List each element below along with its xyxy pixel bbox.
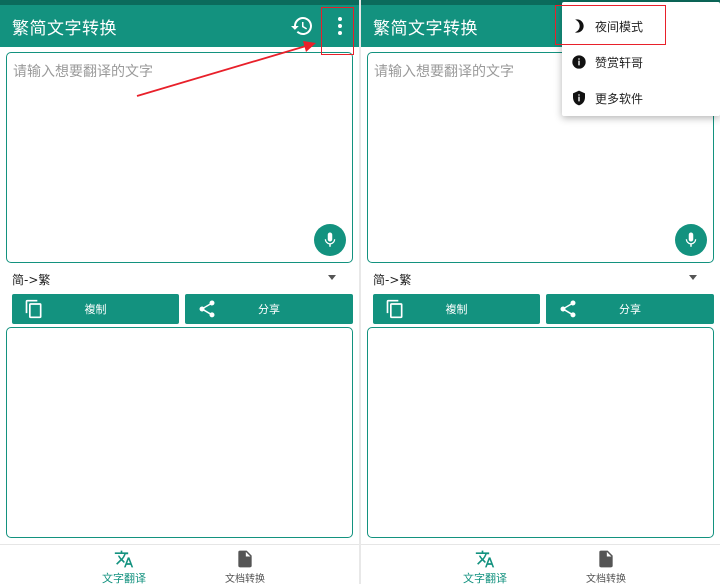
bottom-navigation: 文字翻译 文档转换 [361, 544, 720, 584]
share-button[interactable]: 分享 [546, 294, 714, 324]
conversion-direction-select[interactable]: 简->繁 [12, 271, 50, 288]
copy-button[interactable]: 複制 [12, 294, 179, 324]
screenshot-menu-open: 繁简文字转换 请输入想要翻译的文字 简->繁 複制 分享 文字翻译 文档转换 夜… [361, 0, 720, 584]
nav-label-document-convert: 文档转换 [586, 574, 626, 584]
copy-button-label: 複制 [84, 303, 107, 316]
nav-label-text-translate: 文字翻译 [102, 572, 146, 584]
nav-text-translate[interactable]: 文字翻译 [69, 549, 179, 584]
menu-label-appreciate: 赞赏轩哥 [595, 56, 644, 70]
copy-button[interactable]: 複制 [373, 294, 540, 324]
text-output-area[interactable] [367, 327, 714, 538]
shield-info-icon [573, 90, 585, 106]
text-input-area[interactable]: 请输入想要翻译的文字 [6, 52, 353, 263]
app-title: 繁简文字转换 [373, 19, 478, 39]
app-bar: 繁简文字转换 [0, 5, 359, 47]
nav-document-convert[interactable]: 文档转换 [190, 549, 300, 584]
document-icon [599, 550, 613, 568]
text-output-area[interactable] [6, 327, 353, 538]
input-placeholder: 请输入想要翻译的文字 [13, 64, 153, 80]
input-placeholder: 请输入想要翻译的文字 [374, 64, 514, 80]
voice-input-button[interactable] [314, 224, 346, 256]
share-button-label: 分享 [619, 303, 641, 316]
bottom-navigation: 文字翻译 文档转换 [0, 544, 359, 584]
nav-document-convert[interactable]: 文档转换 [551, 549, 661, 584]
dropdown-arrow-icon[interactable] [328, 275, 336, 280]
screenshot-before-menu: 繁简文字转换 请输入想要翻译的文字 简->繁 複制 分享 文字翻译 文档转换 [0, 0, 359, 584]
app-title: 繁简文字转换 [12, 19, 117, 39]
microphone-icon [685, 232, 697, 247]
menu-item-more-apps[interactable]: 更多软件 [562, 83, 720, 113]
copy-button-label: 複制 [445, 303, 468, 316]
translate-icon [475, 550, 495, 568]
nav-text-translate[interactable]: 文字翻译 [430, 549, 540, 584]
dropdown-arrow-icon[interactable] [689, 275, 697, 280]
share-button-label: 分享 [258, 303, 280, 316]
menu-label-more-apps: 更多软件 [595, 92, 644, 106]
info-icon [572, 55, 586, 69]
translate-icon [114, 550, 134, 568]
share-button[interactable]: 分享 [185, 294, 353, 324]
nav-label-document-convert: 文档转换 [225, 574, 265, 584]
highlight-more-options [321, 7, 354, 55]
history-icon[interactable] [290, 14, 314, 38]
nav-label-text-translate: 文字翻译 [463, 572, 507, 584]
microphone-icon [324, 232, 336, 247]
document-icon [238, 550, 252, 568]
menu-item-appreciate[interactable]: 赞赏轩哥 [562, 47, 720, 77]
voice-input-button[interactable] [675, 224, 707, 256]
highlight-night-mode [555, 5, 666, 45]
conversion-direction-select[interactable]: 简->繁 [373, 271, 411, 288]
